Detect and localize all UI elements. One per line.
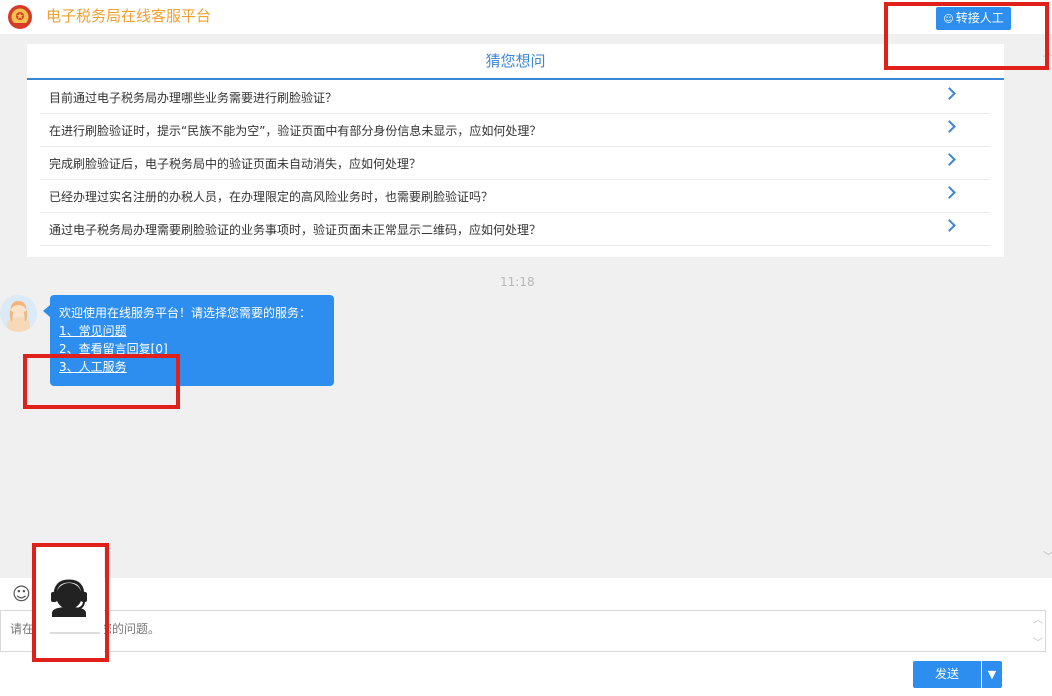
message-timestamp: 11:18 <box>500 275 535 289</box>
chevron-right-icon <box>943 153 956 166</box>
app-title: 电子税务局在线客服平台 <box>46 7 212 25</box>
question-item[interactable]: 目前通过电子税务局办理哪些业务需要进行刷脸验证？ <box>40 81 990 114</box>
option-faq-link[interactable]: 1、常见问题 <box>59 323 127 339</box>
input-scroll-down-icon[interactable]: ﹀ <box>1033 634 1043 649</box>
guess-title: 猜您想问 <box>27 44 1004 80</box>
question-text: 已经办理过实名注册的办税人员，在办理限定的高风险业务时，也需要刷脸验证吗？ <box>49 190 494 204</box>
customer-service-page: 电子税务局在线客服平台 ☺转接人工 ︿ ﹀ 猜您想问 目前通过电子税务局办理哪些… <box>0 0 1052 696</box>
placeholder-left: 请在 <box>10 622 35 636</box>
annotation-box-headset <box>32 543 109 662</box>
agent-avatar <box>0 295 37 332</box>
annotation-box-transfer <box>884 2 1049 70</box>
guess-questions-card: 猜您想问 目前通过电子税务局办理哪些业务需要进行刷脸验证？ 在进行刷脸验证时，提… <box>27 44 1004 257</box>
emoji-icon[interactable]: ☺ <box>12 585 32 605</box>
chevron-right-icon <box>943 87 956 100</box>
scroll-down-icon[interactable]: ﹀ <box>1043 548 1052 564</box>
chevron-right-icon <box>943 219 956 232</box>
chevron-right-icon <box>943 186 956 199</box>
question-item[interactable]: 在进行刷脸验证时，提示“民族不能为空”，验证页面中有部分身份信息未显示，应如何处… <box>40 114 990 147</box>
question-text: 目前通过电子税务局办理哪些业务需要进行刷脸验证？ <box>49 91 338 105</box>
send-options-dropdown-icon[interactable]: ▼ <box>982 661 1002 688</box>
question-text: 通过电子税务局办理需要刷脸验证的业务事项时，验证页面未正常显示二维码，应如何处理… <box>49 223 542 237</box>
question-item[interactable]: 完成刷脸验证后，电子税务局中的验证页面未自动消失，应如何处理？ <box>40 147 990 180</box>
agent-avatar-icon <box>0 295 37 332</box>
message-intro: 欢迎使用在线服务平台！请选择您需要的服务： <box>59 306 312 320</box>
question-item[interactable]: 通过电子税务局办理需要刷脸验证的业务事项时，验证页面未正常显示二维码，应如何处理… <box>40 213 990 246</box>
send-button[interactable]: 发送 <box>913 661 981 688</box>
chevron-right-icon <box>943 120 956 133</box>
question-text: 在进行刷脸验证时，提示“民族不能为空”，验证页面中有部分身份信息未显示，应如何处… <box>49 124 542 138</box>
input-scroll-up-icon[interactable]: ︿ <box>1033 611 1043 626</box>
annotation-box-human-service <box>23 354 180 409</box>
input-toolbar <box>0 578 1052 610</box>
question-item[interactable]: 已经办理过实名注册的办税人员，在办理限定的高风险业务时，也需要刷脸验证吗？ <box>40 180 990 213</box>
question-text: 完成刷脸验证后，电子税务局中的验证页面未自动消失，应如何处理？ <box>49 157 422 171</box>
chat-scrollbar[interactable] <box>1042 34 1052 578</box>
tax-emblem-logo <box>8 5 32 29</box>
